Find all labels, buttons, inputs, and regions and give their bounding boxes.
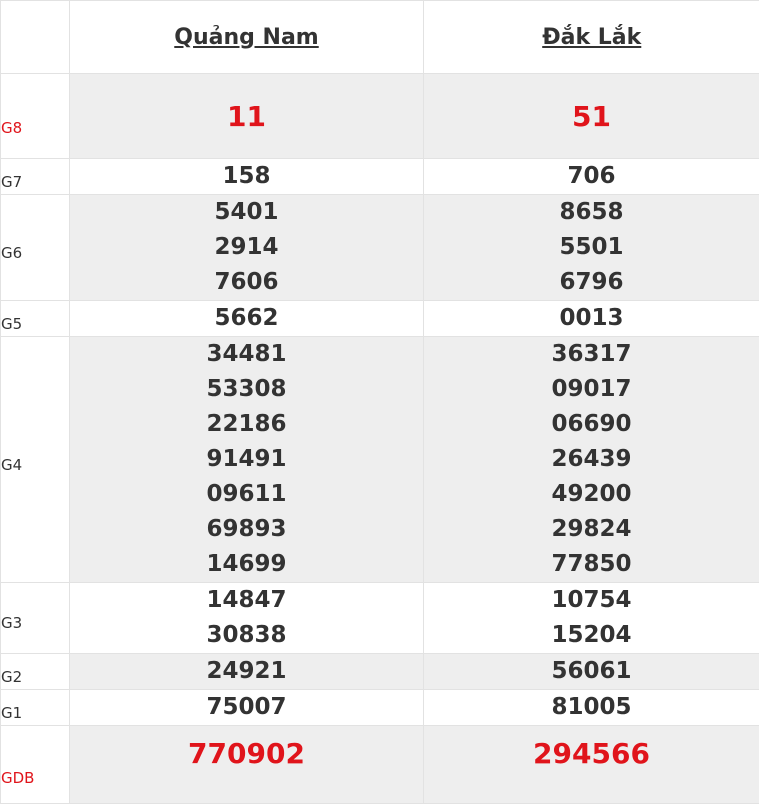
prize-number: 91491	[70, 442, 423, 477]
prize-number: 14699	[70, 547, 423, 582]
prize-numbers-dak-lak: 294566	[424, 726, 759, 804]
prize-number: 26439	[424, 442, 759, 477]
prize-numbers-quang-nam: 770902	[70, 726, 424, 804]
prize-label: G4	[1, 337, 70, 583]
prize-number: 30838	[70, 618, 423, 653]
prize-row-g1: G1 75007 81005	[1, 690, 759, 726]
prize-row-g2: G2 24921 56061	[1, 654, 759, 690]
prize-number: 14847	[70, 583, 423, 618]
lottery-results-table: Quảng Nam Đắk Lắk G8 11 51 G7 158 706 G6…	[0, 0, 759, 804]
prize-label: G1	[1, 690, 70, 726]
prize-number: 5401	[70, 195, 423, 230]
prize-number: 06690	[424, 407, 759, 442]
prize-number: 10754	[424, 583, 759, 618]
prize-row-g4: G4 34481 53308 22186 91491 09611 69893 1…	[1, 337, 759, 583]
prize-number: 158	[70, 159, 423, 194]
prize-number: 11	[70, 99, 423, 134]
prize-number: 294566	[424, 736, 759, 771]
prize-number: 7606	[70, 265, 423, 300]
prize-numbers-dak-lak: 10754 15204	[424, 583, 759, 654]
prize-numbers-quang-nam: 11	[70, 74, 424, 159]
prize-number: 69893	[70, 512, 423, 547]
prize-number: 770902	[70, 736, 423, 771]
prize-row-g3: G3 14847 30838 10754 15204	[1, 583, 759, 654]
prize-numbers-dak-lak: 81005	[424, 690, 759, 726]
prize-number: 77850	[424, 547, 759, 582]
prize-number: 0013	[424, 301, 759, 336]
prize-number: 706	[424, 159, 759, 194]
prize-label: G8	[1, 74, 70, 159]
prize-number: 5501	[424, 230, 759, 265]
prize-number: 81005	[424, 690, 759, 725]
prize-number: 22186	[70, 407, 423, 442]
prize-numbers-quang-nam: 24921	[70, 654, 424, 690]
prize-row-g5: G5 5662 0013	[1, 301, 759, 337]
prize-numbers-dak-lak: 0013	[424, 301, 759, 337]
header-row: Quảng Nam Đắk Lắk	[1, 1, 759, 74]
prize-numbers-dak-lak: 706	[424, 159, 759, 195]
prize-label: G5	[1, 301, 70, 337]
prize-label: G2	[1, 654, 70, 690]
province-header-dak-lak[interactable]: Đắk Lắk	[424, 1, 759, 74]
prize-numbers-quang-nam: 34481 53308 22186 91491 09611 69893 1469…	[70, 337, 424, 583]
prize-number: 34481	[70, 337, 423, 372]
prize-row-gdb: GDB 770902 294566	[1, 726, 759, 804]
prize-number: 24921	[70, 654, 423, 689]
prize-number: 51	[424, 99, 759, 134]
prize-number: 09611	[70, 477, 423, 512]
prize-number: 8658	[424, 195, 759, 230]
prize-number: 09017	[424, 372, 759, 407]
prize-numbers-dak-lak: 51	[424, 74, 759, 159]
prize-numbers-quang-nam: 5401 2914 7606	[70, 195, 424, 301]
prize-numbers-dak-lak: 8658 5501 6796	[424, 195, 759, 301]
prize-number: 36317	[424, 337, 759, 372]
prize-row-g6: G6 5401 2914 7606 8658 5501 6796	[1, 195, 759, 301]
prize-number: 75007	[70, 690, 423, 725]
province-header-quang-nam[interactable]: Quảng Nam	[70, 1, 424, 74]
prize-number: 49200	[424, 477, 759, 512]
prize-number: 2914	[70, 230, 423, 265]
prize-number: 5662	[70, 301, 423, 336]
prize-label: G3	[1, 583, 70, 654]
prize-numbers-quang-nam: 158	[70, 159, 424, 195]
prize-row-g8: G8 11 51	[1, 74, 759, 159]
header-corner	[1, 1, 70, 74]
prize-number: 15204	[424, 618, 759, 653]
prize-number: 29824	[424, 512, 759, 547]
prize-numbers-quang-nam: 5662	[70, 301, 424, 337]
prize-number: 56061	[424, 654, 759, 689]
prize-numbers-quang-nam: 75007	[70, 690, 424, 726]
prize-number: 53308	[70, 372, 423, 407]
prize-label: G7	[1, 159, 70, 195]
prize-row-g7: G7 158 706	[1, 159, 759, 195]
prize-number: 6796	[424, 265, 759, 300]
prize-numbers-dak-lak: 36317 09017 06690 26439 49200 29824 7785…	[424, 337, 759, 583]
prize-numbers-quang-nam: 14847 30838	[70, 583, 424, 654]
prize-numbers-dak-lak: 56061	[424, 654, 759, 690]
prize-label: G6	[1, 195, 70, 301]
prize-label: GDB	[1, 726, 70, 804]
